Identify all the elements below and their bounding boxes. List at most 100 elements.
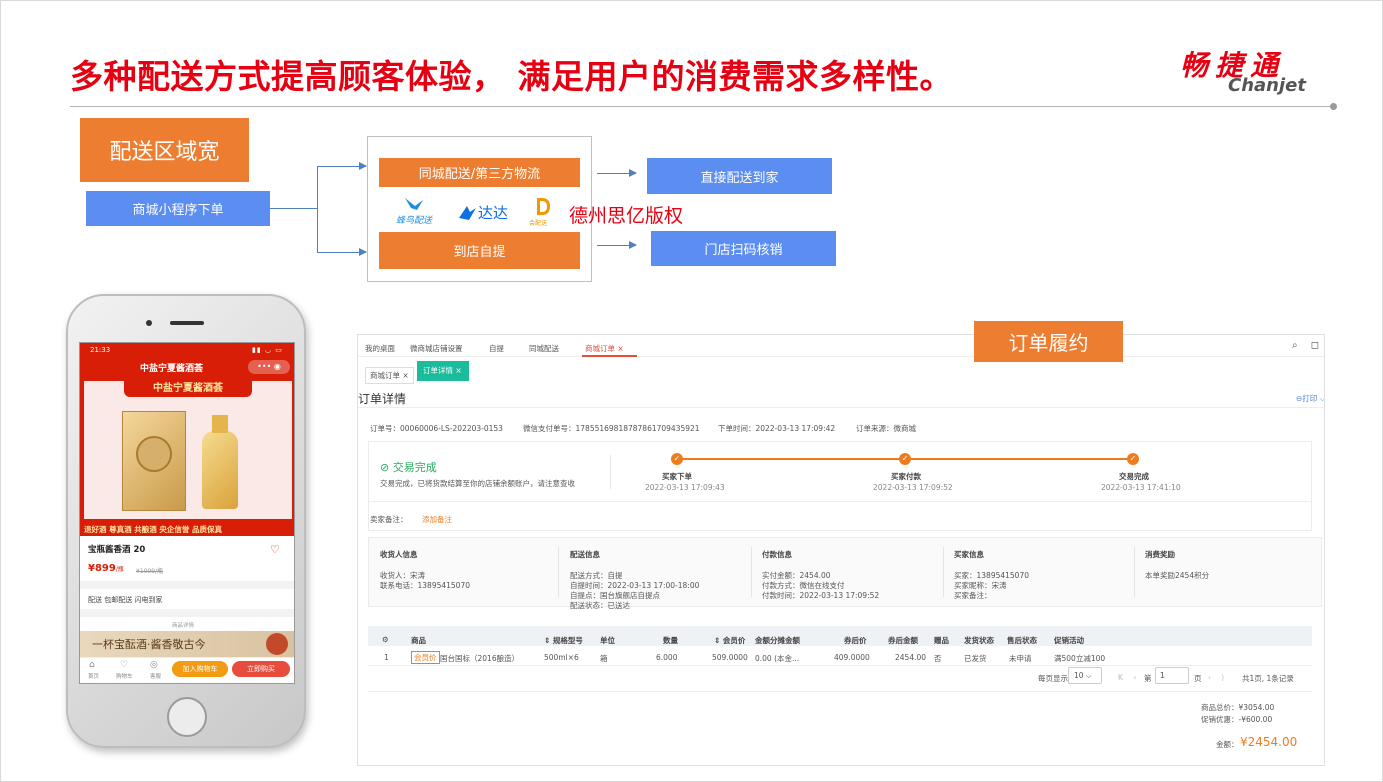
delivery-title: 配送信息: [570, 550, 600, 559]
window-controls[interactable]: ⌕ ◻ ×: [1292, 340, 1324, 351]
liquor-bottle: [202, 431, 238, 509]
row-unit: 箱: [600, 654, 608, 663]
payment-title: 付款信息: [762, 550, 792, 559]
promo-tags: 退好酒 尊真酒 共酿酒 央企信誉 品质保真: [80, 523, 294, 536]
arrow-to-pickup: [317, 248, 367, 256]
add-to-cart-button[interactable]: 加入购物车: [172, 661, 228, 677]
status-done: ⊘ 交易完成: [380, 461, 437, 474]
connector-line: [270, 208, 317, 209]
step-1-time: 2022-03-13 17:09:43: [645, 483, 725, 492]
print-button[interactable]: ⊖打印 ⌵: [1296, 393, 1324, 404]
svg-text:蜂鸟配送: 蜂鸟配送: [396, 215, 433, 226]
product-name: 宝瓶酱香酒 20: [88, 545, 146, 555]
close-icon[interactable]: ×: [617, 344, 623, 353]
col-member-price[interactable]: ⇕ 会员价: [714, 635, 745, 646]
capsule-menu[interactable]: ••• ◉: [248, 360, 290, 374]
active-tab-indicator: [582, 355, 637, 357]
member-price-badge: 会员价: [411, 651, 440, 664]
poster-seal: [266, 633, 288, 655]
region-label: 配送区域宽: [80, 118, 249, 182]
info-divider-1: [558, 547, 559, 597]
subtab-mall-orders[interactable]: 商城订单 ×: [365, 367, 414, 384]
page-next-last-icons[interactable]: › ⟩: [1208, 673, 1228, 682]
svg-text:会配送: 会配送: [529, 219, 547, 227]
step-3-name: 交易完成: [1119, 472, 1149, 481]
delivery-line-4: 配送状态：已送达: [570, 601, 630, 610]
nav-service[interactable]: 客服: [150, 672, 161, 680]
product-image: 中盐宁夏酱酒荟: [80, 377, 294, 523]
row-after-total: 2454.00: [895, 653, 927, 662]
cart-icon[interactable]: ♡: [120, 660, 128, 670]
buyer-line-3: 买家备注：: [954, 591, 992, 600]
progress-line-2: [911, 458, 1133, 460]
subtab-order-detail[interactable]: 订单详情 ×: [417, 361, 469, 381]
admin-order-screen: 我的桌面 微商城店铺设置 自提 同城配送 商城订单 × ⌕ ◻ × 商城订单 ×…: [357, 334, 1325, 766]
step-1-check-icon: ✓: [671, 453, 683, 465]
buyer-title: 买家信息: [954, 550, 984, 559]
buy-now-button[interactable]: 立即购买: [232, 661, 290, 677]
page-first-prev-icons[interactable]: K ‹: [1118, 673, 1140, 682]
svg-text:达达: 达达: [478, 204, 508, 222]
col-after-coupon: 券后价: [844, 636, 867, 645]
per-page-select[interactable]: 10 ⌵: [1068, 667, 1102, 684]
copyright-watermark: 德州思亿版权: [569, 205, 684, 227]
home-icon[interactable]: ⌂: [89, 660, 95, 670]
row-qty: 6.000: [656, 653, 678, 662]
col-aftersale: 售后状态: [1007, 636, 1037, 645]
tab-desktop[interactable]: 我的桌面: [365, 343, 395, 354]
nav-cart[interactable]: 购物车: [116, 672, 133, 680]
dada-logo-icon: 达达: [456, 200, 514, 226]
col-qty: 数量: [663, 636, 678, 645]
page-suffix: 页: [1194, 674, 1202, 683]
page-summary: 共1页, 1条记录: [1242, 674, 1294, 683]
slide-title: 多种配送方式提高顾客体验， 满足用户的消费需求多样性。: [70, 57, 953, 96]
product-price: ¥899/瓶: [88, 563, 124, 574]
table-settings-icon[interactable]: ⚙: [382, 635, 389, 644]
step-2-name: 买家付款: [891, 472, 921, 481]
status-icons: ▮▮ ◡ ▭: [252, 346, 283, 354]
detail-divider-text: 商品详情: [172, 623, 195, 629]
step-2-check-icon: ✓: [899, 453, 911, 465]
status-divider: [610, 455, 611, 489]
row-product[interactable]: 国台国标（2016酿造）: [440, 653, 519, 664]
city-delivery-box: 同城配送/第三方物流: [379, 158, 580, 187]
reward-line-1: 本单奖励2454积分: [1145, 571, 1210, 580]
huipeisong-logo-icon: 会配送: [528, 195, 558, 227]
goods-total: 商品总价：¥3054.00: [1201, 703, 1275, 712]
col-ship-status: 发货状态: [964, 636, 994, 645]
tab-shop-settings[interactable]: 微商城店铺设置: [410, 343, 463, 354]
nav-home[interactable]: 首页: [88, 672, 99, 680]
tab-pickup[interactable]: 自提: [489, 343, 504, 354]
step-3-check-icon: ✓: [1127, 453, 1139, 465]
box-medallion: [136, 436, 172, 472]
section-gap: [80, 581, 294, 589]
pay-label: 金额：: [1216, 740, 1239, 749]
service-icon[interactable]: ◎: [150, 660, 158, 670]
order-detail-title: 订单详情: [358, 392, 407, 406]
arrow-to-store: [597, 241, 637, 249]
tab-mall-orders[interactable]: 商城订单 ×: [585, 343, 624, 354]
order-time: 下单时间：2022-03-13 17:09:42: [718, 424, 836, 433]
row-alloc: 0.00 (本金...: [755, 654, 800, 663]
status-desc: 交易完成，已将货款结算至你的店铺余额账户，请注意查收: [380, 479, 575, 488]
step-3-time: 2022-03-13 17:41:10: [1101, 483, 1181, 492]
favorite-icon[interactable]: ♡: [270, 543, 280, 556]
status-time: 21:33: [90, 346, 111, 354]
info-divider-3: [943, 547, 944, 597]
phone-camera: [146, 320, 152, 326]
col-alloc: 金额分摊金额: [755, 636, 800, 645]
add-note-link[interactable]: 添加备注: [422, 514, 452, 525]
tab-city-delivery[interactable]: 同城配送: [529, 343, 559, 354]
row-promo: 满500立减100: [1054, 654, 1106, 663]
page-input[interactable]: 1: [1155, 667, 1189, 684]
divider-dot: [1330, 103, 1337, 110]
payment-line-3: 付款时间：2022-03-13 17:09:52: [762, 591, 880, 600]
phone-speaker: [170, 321, 204, 325]
receiver-line-2: 联系电话：13895415070: [380, 581, 470, 590]
row-after-coupon: 409.0000: [834, 653, 870, 662]
order-source: 订单来源：微商城: [856, 424, 916, 433]
phone-home-button[interactable]: [167, 697, 207, 737]
pay-amount: ¥2454.00: [1240, 735, 1298, 749]
col-gift: 赠品: [934, 636, 949, 645]
col-spec[interactable]: ⇕ 规格型号: [544, 635, 583, 646]
